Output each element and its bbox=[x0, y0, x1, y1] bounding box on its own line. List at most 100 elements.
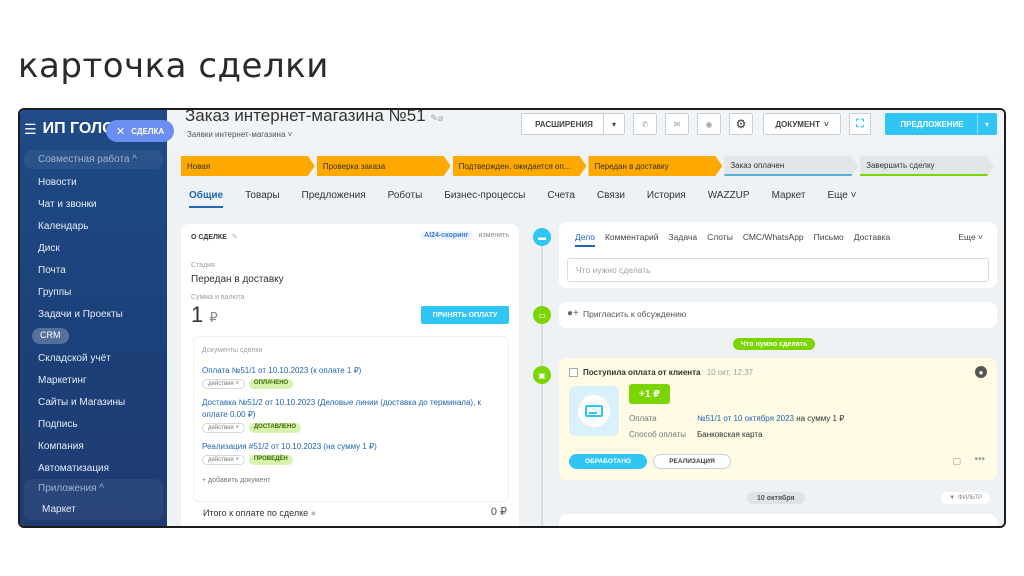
about-deal-card: О СДЕЛКЕ ✎ AI24-скоринг изменить Стадия … bbox=[181, 224, 519, 526]
stage-paid[interactable]: Заказ оплачен bbox=[724, 156, 858, 176]
sidebar-item[interactable]: Календарь bbox=[20, 215, 167, 237]
sidebar-section-work[interactable]: Совместная работа ^ bbox=[24, 150, 163, 169]
stage-delivery[interactable]: Передан в доставку bbox=[588, 156, 722, 176]
sum-value[interactable]: 1 ₽ bbox=[191, 302, 218, 328]
sidebar-item-crm[interactable]: CRM bbox=[32, 328, 69, 344]
tab-history[interactable]: История bbox=[647, 190, 686, 208]
page-title: Заказ интернет-магазина №51 ✎⌀ bbox=[185, 110, 443, 126]
actions-dropdown[interactable]: действия ˅ bbox=[202, 423, 245, 433]
payment-time: 10 окт, 12:37 bbox=[706, 368, 754, 377]
sidebar-item[interactable]: Автоматизация bbox=[20, 457, 167, 479]
processed-button[interactable]: ОБРАБОТАНО bbox=[569, 454, 647, 469]
mail-icon[interactable]: ✉ bbox=[665, 113, 689, 135]
note-icon[interactable]: ▢ bbox=[952, 456, 961, 467]
close-icon[interactable]: ✕ bbox=[116, 125, 125, 138]
sidebar-item[interactable]: Задачи и Проекты bbox=[20, 303, 167, 325]
sidebar-item[interactable]: Складской учёт bbox=[20, 347, 167, 369]
sidebar-item[interactable]: Маркет bbox=[24, 498, 163, 520]
done-checkbox[interactable] bbox=[569, 368, 578, 377]
document-actions: действия ˅ ДОСТАВЛЕНО bbox=[202, 423, 302, 433]
activity-tab-todo[interactable]: Задача bbox=[669, 232, 698, 247]
sidebar-item[interactable]: Компания bbox=[20, 435, 167, 457]
sidebar-item[interactable]: Подпись bbox=[20, 413, 167, 435]
add-document-link[interactable]: + добавить документ bbox=[202, 477, 271, 484]
activity-tab-task[interactable]: Дело bbox=[575, 232, 595, 247]
accept-payment-button[interactable]: ПРИНЯТЬ ОПЛАТУ bbox=[421, 306, 509, 324]
tab-links[interactable]: Связи bbox=[597, 190, 625, 208]
gear-icon[interactable]: ⚙ bbox=[729, 113, 753, 135]
invite-text[interactable]: Пригласить к обсуждению bbox=[583, 309, 686, 319]
deal-documents: Документы сделки Оплата №51/1 от 10.10.2… bbox=[193, 336, 509, 502]
document-actions: действия ˅ ПРОВЕДЁН bbox=[202, 455, 293, 465]
ai-scoring-label[interactable]: AI24-скоринг bbox=[420, 231, 473, 240]
offer-dropdown[interactable]: ▾ bbox=[977, 113, 997, 135]
tab-more[interactable]: Еще ˅ bbox=[827, 190, 856, 208]
sidebar-item[interactable]: Маркетинг bbox=[20, 369, 167, 391]
topbar: Заказ интернет-магазина №51 ✎⌀ Заявки ин… bbox=[167, 110, 1004, 146]
activity-tab-sms[interactable]: СМС/WhatsApp bbox=[743, 232, 804, 247]
menu-icon[interactable]: ☰ bbox=[24, 121, 37, 138]
tab-bp[interactable]: Бизнес-процессы bbox=[444, 190, 525, 208]
sidebar-item[interactable]: Диск bbox=[20, 237, 167, 259]
payment-label: Оплата bbox=[629, 414, 657, 423]
actions-dropdown[interactable]: действия ˅ bbox=[202, 379, 245, 389]
sidebar-item[interactable]: Почта bbox=[20, 259, 167, 281]
add-user-icon: ●+ bbox=[567, 308, 579, 319]
about-heading: О СДЕЛКЕ ✎ bbox=[191, 233, 238, 241]
tab-robots[interactable]: Роботы bbox=[388, 190, 423, 208]
filter-label: ФИЛЬТР bbox=[958, 495, 982, 501]
chat-icon[interactable]: ◉ bbox=[697, 113, 721, 135]
tab-offers[interactable]: Предложения bbox=[302, 190, 366, 208]
actions-dropdown[interactable]: действия ˅ bbox=[202, 455, 245, 465]
realization-button[interactable]: РЕАЛИЗАЦИЯ bbox=[653, 454, 731, 469]
edit-icon[interactable]: ✎⌀ bbox=[430, 113, 443, 123]
extensions-dropdown[interactable]: ▾ bbox=[603, 113, 625, 135]
change-link[interactable]: изменить bbox=[479, 232, 509, 239]
stage-check[interactable]: Проверка заказа bbox=[317, 156, 451, 176]
stage-value[interactable]: Передан в доставку bbox=[191, 274, 284, 285]
sidebar-item[interactable]: Новости bbox=[20, 171, 167, 193]
sidebar-section-apps[interactable]: Приложения ^ bbox=[24, 479, 163, 498]
activity-tab-email[interactable]: Письмо bbox=[814, 232, 844, 247]
payment-title: Поступила оплата от клиента 10 окт, 12:3… bbox=[583, 368, 753, 377]
sidebar-item[interactable]: Сайты и Магазины bbox=[20, 391, 167, 413]
tab-products[interactable]: Товары bbox=[245, 190, 279, 208]
deal-tag[interactable]: ✕ СДЕЛКА bbox=[106, 120, 175, 142]
tab-wazzup[interactable]: WAZZUP bbox=[708, 190, 750, 208]
document-link[interactable]: Оплата №51/1 от 10.10.2023 (к оплате 1 ₽… bbox=[202, 365, 502, 377]
stage-confirmed[interactable]: Подтвержден, ожидается оп... bbox=[453, 156, 587, 176]
deal-tabs: Общие Товары Предложения Роботы Бизнес-п… bbox=[189, 190, 856, 208]
activity-tab-delivery[interactable]: Доставка bbox=[854, 232, 891, 247]
total-label-text: Итого к оплате по сделке bbox=[203, 508, 309, 518]
tab-market[interactable]: Маркет bbox=[772, 190, 806, 208]
user-icon[interactable]: ● bbox=[975, 366, 987, 378]
deal-category[interactable]: Заявки интернет-магазина ˅ bbox=[187, 130, 292, 139]
more-icon[interactable]: ••• bbox=[974, 454, 985, 465]
stage-finish[interactable]: Завершить сделку bbox=[860, 156, 994, 176]
activity-tab-slots[interactable]: Слоты bbox=[707, 232, 733, 247]
activity-tab-comment[interactable]: Комментарий bbox=[605, 232, 659, 247]
document-link[interactable]: Реализация #51/2 от 10.10.2023 (на сумму… bbox=[202, 441, 502, 453]
phone-icon[interactable]: ✆ bbox=[633, 113, 657, 135]
sidebar-item[interactable]: Группы bbox=[20, 281, 167, 303]
deal-tag-label: СДЕЛКА bbox=[131, 126, 165, 136]
extensions-button[interactable]: РАСШИРЕНИЯ bbox=[521, 113, 607, 135]
ai-scoring[interactable]: AI24-скоринг изменить bbox=[420, 231, 509, 240]
todo-input[interactable]: Что нужно сделать bbox=[567, 258, 989, 282]
payment-link[interactable]: №51/1 от 10 октября 2023 bbox=[697, 414, 794, 423]
stage-new[interactable]: Новая bbox=[181, 156, 315, 176]
offer-button[interactable]: ПРЕДЛОЖЕНИЕ bbox=[885, 113, 979, 135]
activity-tab-more[interactable]: Еще ˅ bbox=[958, 232, 983, 242]
tab-general[interactable]: Общие bbox=[189, 190, 224, 208]
edit-icon[interactable]: ✎ bbox=[232, 234, 238, 241]
filter-button[interactable]: ▼ ФИЛЬТР bbox=[941, 492, 990, 504]
document-link[interactable]: Доставка №51/2 от 10.10.2023 (Деловые ли… bbox=[202, 397, 502, 421]
info-icon[interactable]: ● bbox=[311, 508, 316, 518]
chevron-down-icon: ˅ bbox=[823, 119, 829, 129]
document-button[interactable]: ДОКУМЕНТ ˅ bbox=[763, 113, 841, 135]
tab-invoices[interactable]: Счета bbox=[547, 190, 575, 208]
expand-icon[interactable]: ⛶ bbox=[849, 113, 871, 135]
activity-editor: Дело Комментарий Задача Слоты СМС/WhatsA… bbox=[559, 222, 997, 288]
invite-panel[interactable]: ●+ Пригласить к обсуждению bbox=[559, 302, 997, 328]
sidebar-item[interactable]: Чат и звонки bbox=[20, 193, 167, 215]
